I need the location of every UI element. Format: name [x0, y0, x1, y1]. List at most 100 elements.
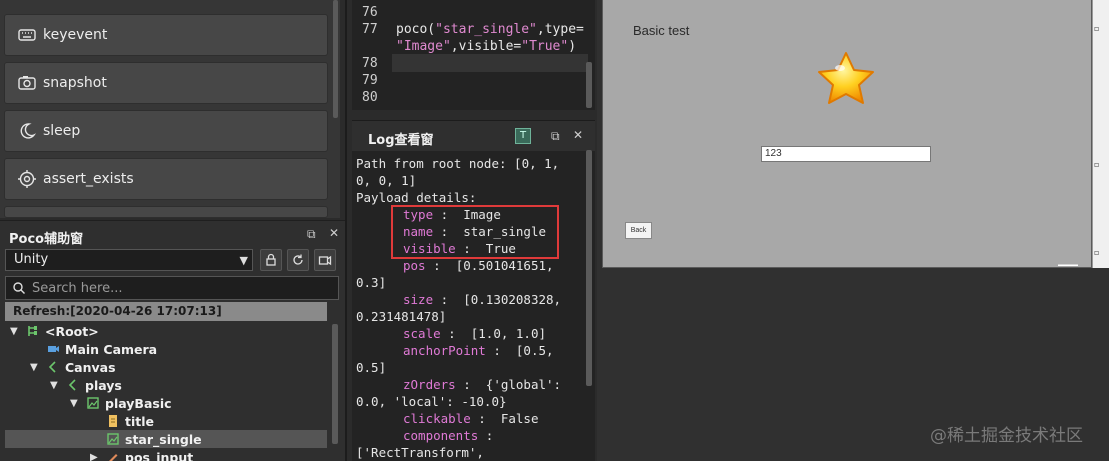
camera-icon [18, 76, 36, 90]
log-float-icon[interactable]: ⧉ [551, 129, 560, 144]
log-field-components-cont: ['RectTransform', [356, 445, 484, 460]
assert-exists-button[interactable]: assert_exists [4, 158, 328, 200]
tree-node-star-single[interactable]: star_single [106, 430, 202, 448]
highlight-annotation-box [391, 205, 559, 259]
expand-arrow-icon: ▼ [30, 361, 38, 373]
node-search-box[interactable] [5, 276, 339, 300]
log-field-scale: scale : [1.0, 1.0] [403, 326, 547, 341]
scene-corner-label: ▬▬▬▬ [1058, 262, 1078, 268]
input-node-icon [106, 450, 120, 461]
device-screen[interactable] [602, 0, 1092, 268]
code-line-77-wrap: "Image",visible="True") [396, 39, 577, 54]
side-handle-icon[interactable]: ▫ [1094, 248, 1099, 257]
log-field-size: size : [0.130208328, [403, 292, 562, 307]
script-editor[interactable]: 76 77 78 79 80 poco("star_single",type= … [352, 0, 595, 110]
current-line-highlight [392, 54, 588, 72]
log-path-line: Path from root node: [0, 1, [356, 156, 560, 171]
lock-button[interactable] [260, 249, 282, 271]
line-number: 79 [362, 73, 378, 88]
tree-node-title[interactable]: title [106, 412, 154, 430]
expand-arrow-icon: ▼ [10, 325, 18, 337]
keyboard-icon [18, 29, 36, 41]
expand-arrow-icon: ▼ [50, 379, 58, 391]
expand-arrow-icon: ▶ [90, 451, 98, 461]
poco-close-icon[interactable]: ✕ [329, 226, 339, 240]
scene-title-text: Basic test [633, 23, 690, 38]
tree-node-playbasic[interactable]: ▼ playBasic [70, 394, 172, 412]
tree-node-label: title [125, 413, 154, 429]
api-panel-scrollbar[interactable] [333, 0, 338, 118]
lock-icon [266, 253, 276, 266]
log-field-zorders-cont: 0.0, 'local': -10.0} [356, 394, 507, 409]
log-field-zorders: zOrders : {'global': [403, 377, 562, 392]
star-icon[interactable] [816, 50, 876, 106]
tree-node-label: Canvas [65, 359, 116, 375]
scene-back-button[interactable]: Back [625, 222, 652, 239]
tree-node-main-camera[interactable]: Main Camera [46, 340, 157, 358]
device-side-toolbar [1092, 0, 1109, 268]
log-path-line: 0, 0, 1] [356, 173, 417, 188]
snapshot-button[interactable]: snapshot [4, 62, 328, 104]
log-panel-header: Log查看窗 T ⧉ ✕ [352, 121, 595, 151]
search-icon [13, 282, 25, 294]
refresh-button[interactable] [287, 249, 309, 271]
platform-value: Unity [14, 252, 49, 267]
tree-node-root[interactable]: ▼ <Root> [10, 322, 99, 340]
tree-node-label: star_single [125, 431, 202, 447]
text-node-icon [106, 414, 120, 428]
poco-assistant-panel: Poco辅助窗 ⧉ ✕ Unity ▼ Refresh:[2020-04-26 … [0, 220, 345, 461]
editor-scrollbar[interactable] [586, 62, 592, 108]
next-api-button[interactable] [4, 206, 328, 218]
log-field-pos: pos : [0.501041651, [403, 258, 554, 273]
refresh-timestamp: Refresh:[2020-04-26 17:07:13] [5, 302, 327, 321]
watermark: @稀土掘金技术社区 [930, 426, 1083, 446]
log-panel-title: Log查看窗 [368, 133, 434, 148]
camera-node-icon [46, 342, 60, 356]
log-close-icon[interactable]: ✕ [573, 128, 583, 142]
expand-arrow-icon: ▼ [70, 397, 78, 409]
keyevent-label: keyevent [43, 27, 108, 43]
root-node-icon [26, 324, 40, 338]
tree-node-pos-input[interactable]: ▶ pos_input [90, 448, 193, 461]
log-field-clickable: clickable : False [403, 411, 539, 426]
log-scrollbar[interactable] [586, 150, 592, 386]
image-node-icon [106, 432, 120, 446]
log-field-components: components : [403, 428, 494, 443]
tree-node-label: Main Camera [65, 341, 158, 357]
sleep-button[interactable]: sleep [4, 110, 328, 152]
poco-tree-scrollbar[interactable] [332, 324, 338, 444]
assert-exists-label: assert_exists [43, 171, 134, 187]
node-search-input[interactable] [32, 279, 332, 297]
tree-node-label: plays [85, 377, 122, 393]
code-line-77: poco("star_single",type= [396, 22, 584, 37]
log-filter-icon[interactable]: T [515, 128, 531, 144]
canvas-node-icon [46, 360, 60, 374]
side-handle-icon[interactable]: ▫ [1094, 160, 1099, 169]
video-record-icon [318, 255, 332, 266]
poco-panel-title: Poco辅助窗 [9, 232, 84, 247]
line-number: 77 [362, 22, 378, 37]
scene-pos-input[interactable]: 123 [761, 146, 931, 162]
line-number: 80 [362, 90, 378, 105]
keyevent-button[interactable]: keyevent [4, 14, 328, 56]
line-number: 76 [362, 5, 378, 20]
panel-divider [345, 0, 347, 461]
log-field-size-cont: 0.231481478] [356, 309, 447, 324]
tree-node-label: playBasic [105, 395, 172, 411]
poco-float-icon[interactable]: ⧉ [307, 227, 316, 242]
chevron-down-icon: ▼ [239, 254, 248, 267]
log-field-anchorpoint: anchorPoint : [0.5, [403, 343, 554, 358]
airtest-api-panel: keyevent snapshot sleep assert_exists [0, 0, 340, 218]
tree-node-label: pos_input [125, 449, 194, 461]
target-icon [18, 170, 36, 188]
record-button[interactable] [314, 249, 336, 271]
tree-node-plays[interactable]: ▼ plays [50, 376, 122, 394]
moon-icon [20, 123, 37, 139]
tree-node-label: <Root> [45, 323, 99, 339]
line-number: 78 [362, 56, 378, 71]
snapshot-label: snapshot [43, 75, 107, 91]
platform-select[interactable]: Unity ▼ [5, 249, 253, 271]
side-handle-icon[interactable]: ▫ [1094, 24, 1099, 33]
tree-node-canvas[interactable]: ▼ Canvas [30, 358, 116, 376]
log-viewer-panel: Log查看窗 T ⧉ ✕ Path from root node: [0, 1,… [352, 120, 595, 461]
